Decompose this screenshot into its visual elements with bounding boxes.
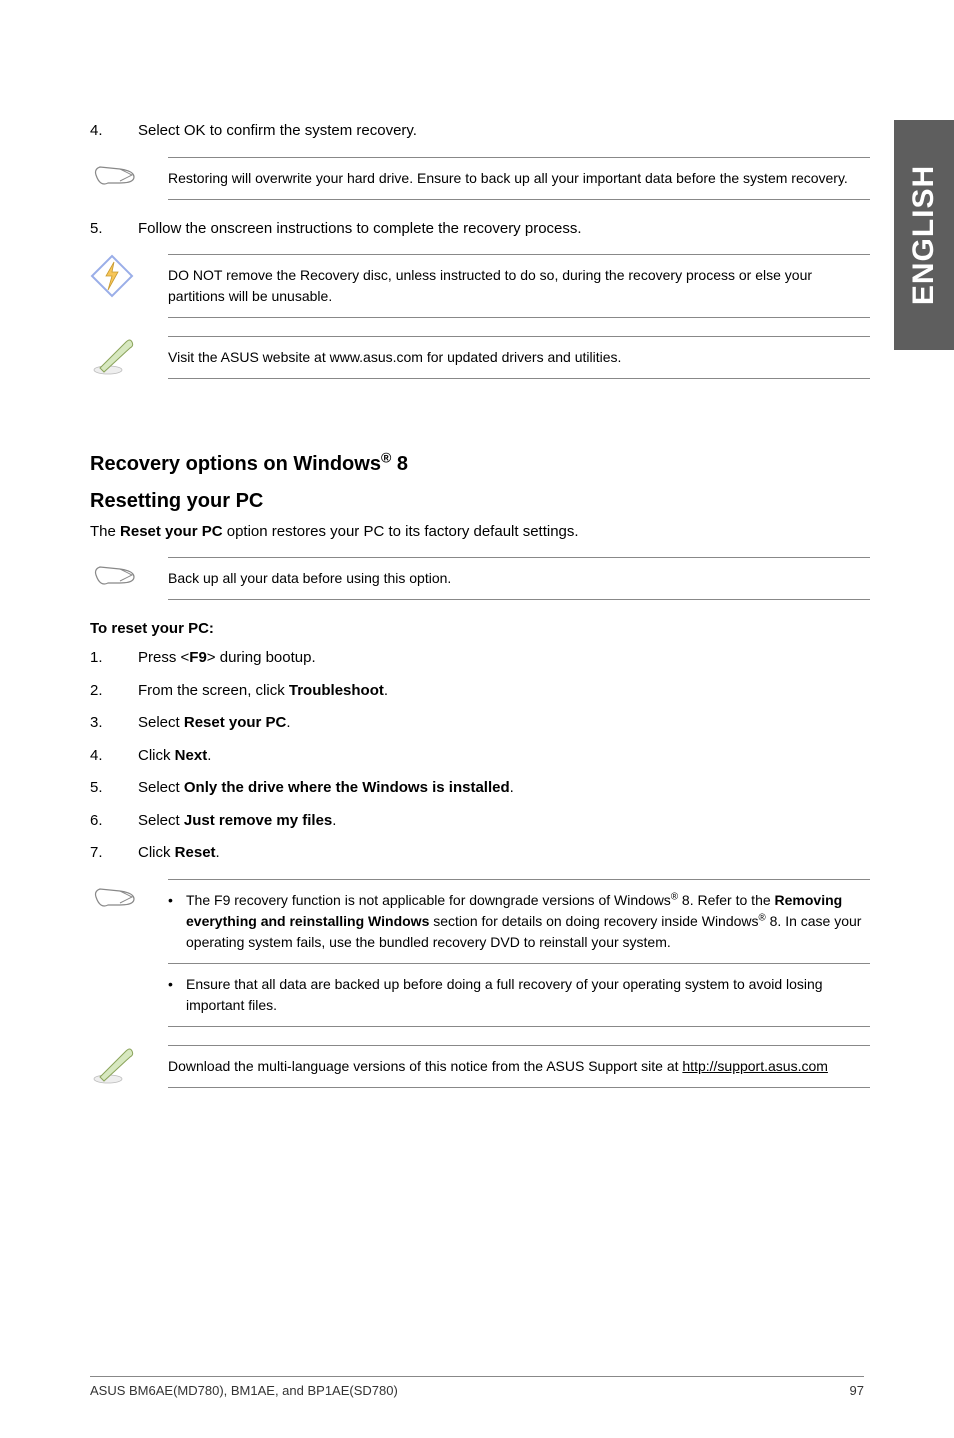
- language-tab: ENGLISH: [894, 120, 954, 350]
- pointing-hand-icon: [90, 879, 138, 915]
- lightning-warning-icon: [90, 254, 138, 298]
- subsection-title: Resetting your PC: [90, 490, 870, 513]
- list-item: 5. Select Only the drive where the Windo…: [90, 777, 870, 800]
- pointing-hand-icon: [90, 157, 138, 193]
- pen-note-icon: [90, 1045, 138, 1085]
- note-restoring: Restoring will overwrite your hard drive…: [90, 157, 870, 200]
- note-text: DO NOT remove the Recovery disc, unless …: [168, 254, 870, 318]
- pointing-hand-icon: [90, 557, 138, 593]
- support-link[interactable]: http://support.asus.com: [682, 1058, 828, 1074]
- note-f9-recovery: • The F9 recovery function is not applic…: [90, 879, 870, 1027]
- language-tab-label: ENGLISH: [907, 165, 941, 305]
- step-text: Select OK to confirm the system recovery…: [138, 120, 870, 143]
- pen-note-icon: [90, 336, 138, 376]
- note-text: • The F9 recovery function is not applic…: [168, 879, 870, 1027]
- note-asus-website: Visit the ASUS website at www.asus.com f…: [90, 336, 870, 379]
- list-item: 7. Click Reset.: [90, 842, 870, 865]
- step-number: 4.: [90, 120, 138, 143]
- list-item: 1. Press <F9> during bootup.: [90, 647, 870, 670]
- page-footer: ASUS BM6AE(MD780), BM1AE, and BP1AE(SD78…: [90, 1376, 864, 1398]
- page-content: 4. Select OK to confirm the system recov…: [90, 120, 870, 1088]
- note-backup: Back up all your data before using this …: [90, 557, 870, 600]
- step-text: Follow the onscreen instructions to comp…: [138, 218, 870, 241]
- note-text: Download the multi-language versions of …: [168, 1045, 870, 1088]
- list-item: 4. Click Next.: [90, 745, 870, 768]
- note-download: Download the multi-language versions of …: [90, 1045, 870, 1088]
- step-4: 4. Select OK to confirm the system recov…: [90, 120, 870, 143]
- section-title-text: Recovery options on Windows® 8: [90, 453, 408, 475]
- list-item: 6. Select Just remove my files.: [90, 810, 870, 833]
- note-do-not-remove: DO NOT remove the Recovery disc, unless …: [90, 254, 870, 318]
- reset-intro: The Reset your PC option restores your P…: [90, 521, 870, 544]
- footer-title: ASUS BM6AE(MD780), BM1AE, and BP1AE(SD78…: [90, 1383, 398, 1398]
- list-item: 2. From the screen, click Troubleshoot.: [90, 680, 870, 703]
- note-text: Restoring will overwrite your hard drive…: [168, 157, 870, 200]
- bullet-icon: •: [168, 974, 186, 1016]
- section-title: Recovery options on Windows® 8: [90, 449, 870, 476]
- note-text: Visit the ASUS website at www.asus.com f…: [168, 336, 870, 379]
- page-number: 97: [850, 1383, 864, 1398]
- note-text: Back up all your data before using this …: [168, 557, 870, 600]
- to-reset-heading: To reset your PC:: [90, 620, 870, 637]
- list-item: 3. Select Reset your PC.: [90, 712, 870, 735]
- step-5: 5. Follow the onscreen instructions to c…: [90, 218, 870, 241]
- step-number: 5.: [90, 218, 138, 241]
- bullet-icon: •: [168, 890, 186, 953]
